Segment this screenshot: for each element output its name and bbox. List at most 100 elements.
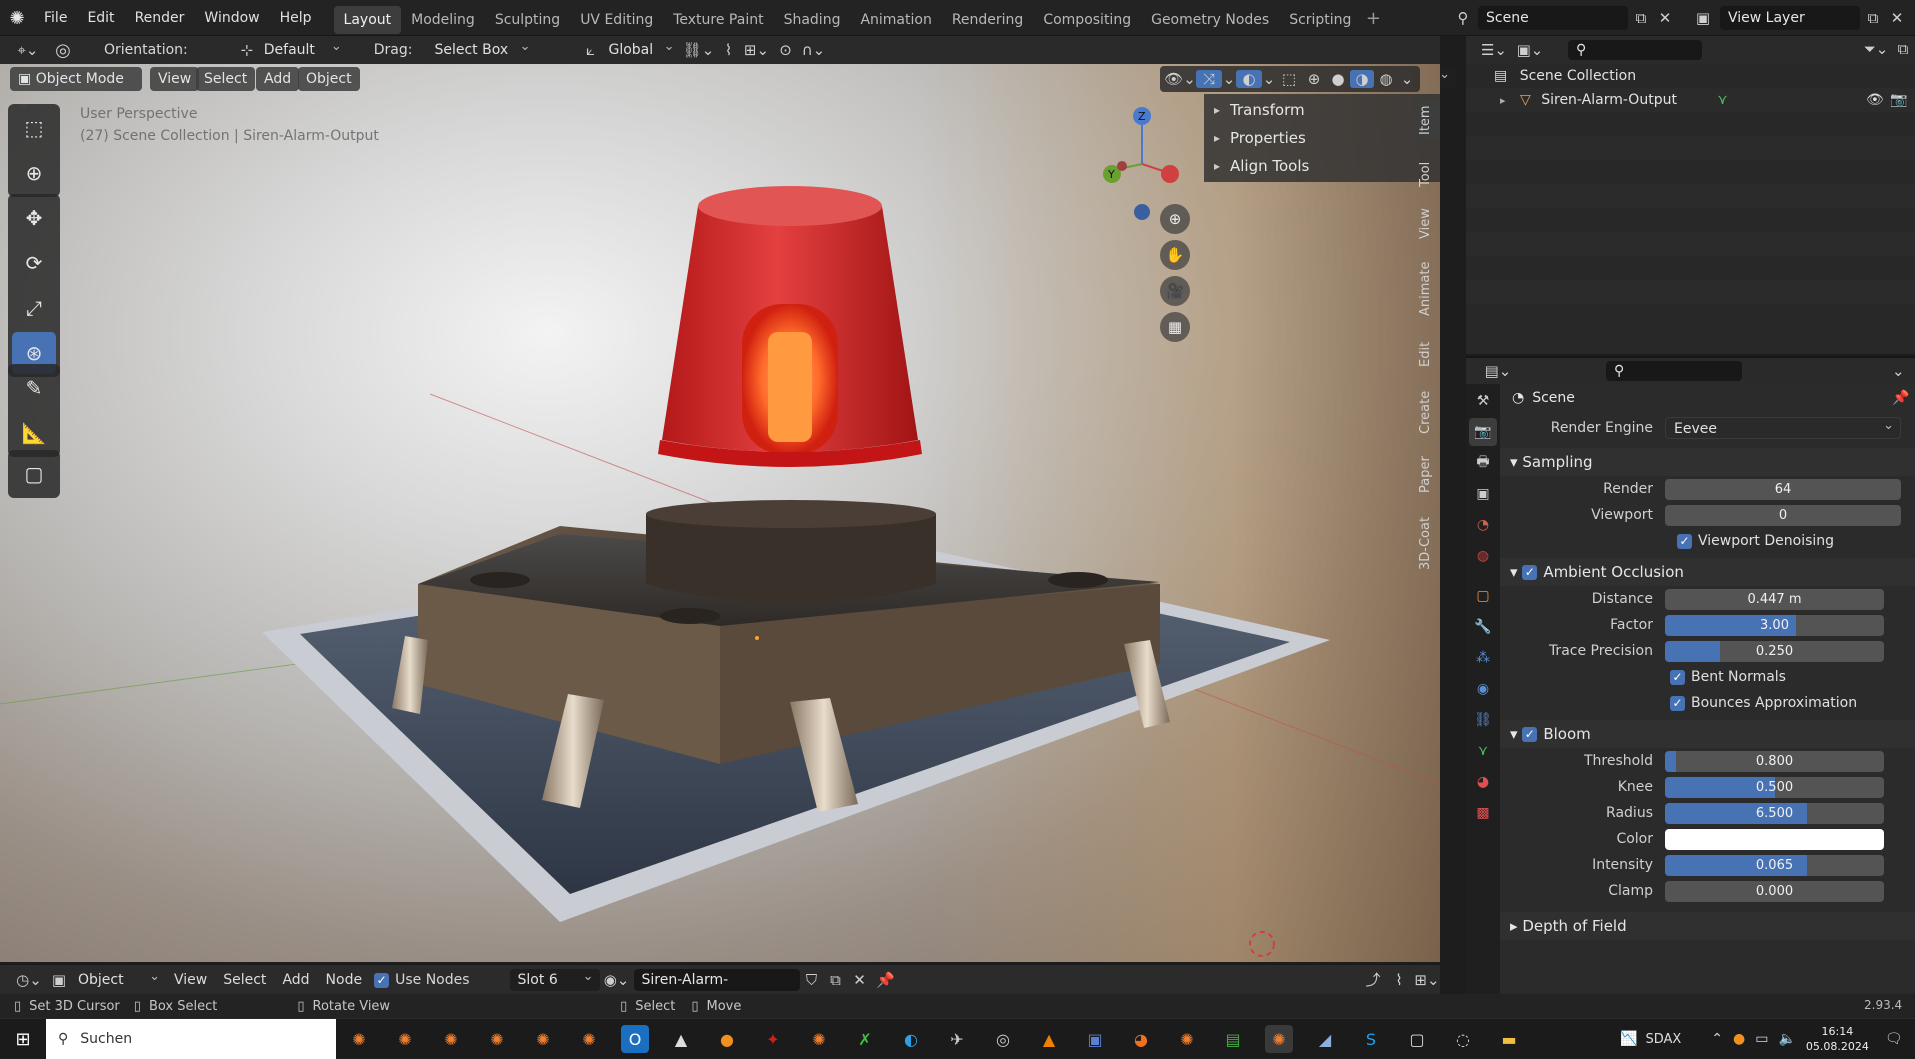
fake-user-icon[interactable]: ⛉ [800,971,824,989]
app-icon[interactable]: ● [713,1025,741,1053]
constraints-tab-icon[interactable]: ⛓ [1469,706,1497,734]
drag-dropdown[interactable]: Select Box [426,36,536,61]
ao-trace-slider[interactable]: 0.250 [1665,640,1884,662]
scene-tab-icon[interactable]: ◔ [1469,511,1497,539]
panel-properties[interactable]: Properties [1204,124,1440,152]
tab-uv-editing[interactable]: UV Editing [570,6,663,34]
menu-help[interactable]: Help [270,0,322,36]
object-mode-dropdown[interactable]: ▣ Object Mode ⌄ [10,67,142,111]
tab-compositing[interactable]: Compositing [1033,6,1141,34]
blender-app-icon[interactable]: ✺ [391,1025,419,1053]
bounces-checkbox[interactable]: ✓ [1670,695,1685,711]
xmind-app-icon[interactable]: ✗ [851,1025,879,1053]
new-collection-icon[interactable]: ⧉ [1892,40,1914,58]
zoom-icon[interactable]: ⊕ [1160,204,1190,234]
menu-window[interactable]: Window [194,0,269,36]
unlink-material-icon[interactable]: ✕ [848,971,872,989]
particles-tab-icon[interactable]: ⁂ [1469,644,1497,672]
render-visibility-icon[interactable]: 📷 [1890,88,1907,112]
node-snap-target-icon[interactable]: ⊞⌄ [1412,971,1442,989]
add-workspace-icon[interactable]: + [1361,8,1385,29]
ortho-toggle-icon[interactable]: ▦ [1160,312,1190,342]
ao-distance-slider[interactable]: 0.447 m [1665,588,1884,610]
properties-editor-type-icon[interactable]: ▤⌄ [1480,362,1516,380]
windows-start-icon[interactable]: ⊞ [0,1029,46,1050]
blender-app-icon[interactable]: ✺ [483,1025,511,1053]
panel-align-tools[interactable]: Align Tools [1204,152,1440,180]
pin-icon[interactable]: 📌 [872,971,900,989]
bloom-radius-slider[interactable]: 6.500 [1665,802,1884,824]
use-nodes-checkbox[interactable]: ✓ [374,972,390,988]
gizmo-dropdown-icon[interactable]: ⌄ [1222,70,1236,88]
bloom-section-header[interactable]: ▾ ✓ Bloom [1500,720,1915,748]
gizmo-toggle-icon[interactable]: ⤨ [1196,70,1222,88]
bloom-enable-checkbox[interactable]: ✓ [1522,726,1538,742]
tab-texture-paint[interactable]: Texture Paint [663,6,773,34]
app-icon[interactable]: ▲ [667,1025,695,1053]
blender-app-icon[interactable]: ✺ [1265,1025,1293,1053]
viewport-add-menu[interactable]: Add [256,67,300,91]
overlay-dropdown-icon[interactable]: ⌄ [1262,70,1276,88]
wireframe-shading-icon[interactable]: ⊕ [1302,70,1326,88]
view-layer-selector[interactable]: View Layer [1720,6,1860,30]
editor-type-icon[interactable]: ⌖⌄ [10,41,46,59]
cursor-tool-icon[interactable]: ⊕ [12,152,56,194]
taskbar-search[interactable]: ⚲ Suchen [46,1019,336,1059]
outliner-search-input[interactable]: ⚲ [1568,40,1702,60]
new-scene-icon[interactable]: ⧉ [1628,9,1654,27]
physics-tab-icon[interactable]: ◉ [1469,675,1497,703]
tab-layout[interactable]: Layout [333,6,402,34]
menu-file[interactable]: File [34,0,77,36]
scene-selector[interactable]: Scene [1478,6,1628,30]
measure-tool-icon[interactable]: 📐 [12,412,56,454]
dof-section-header[interactable]: ▸ Depth of Field [1500,912,1915,940]
menu-render[interactable]: Render [125,0,195,36]
falloff-icon[interactable]: ∩⌄ [798,41,828,59]
xray-icon[interactable]: ⬚ [1276,70,1302,88]
viewport-object-menu[interactable]: Object [298,67,360,91]
annotate-tool-icon[interactable]: ✎ [12,367,56,409]
bloom-color-swatch[interactable] [1665,828,1884,850]
tray-app-icon[interactable]: ● [1733,1031,1745,1047]
tab-rendering[interactable]: Rendering [942,6,1034,34]
rotate-tool-icon[interactable]: ⟳ [12,242,56,284]
blender-app-icon[interactable]: ✺ [345,1025,373,1053]
sidebar-tab-edit[interactable]: Edit [1418,334,1440,374]
sidebar-tab-paper[interactable]: Paper [1418,450,1440,500]
object-tab-icon[interactable]: ▢ [1469,582,1497,610]
eye-visibility-icon[interactable]: 👁 [1866,88,1884,112]
network-icon[interactable]: ▭ [1755,1031,1768,1047]
material-shading-icon[interactable]: ◑ [1350,70,1374,88]
material-browse-icon[interactable]: ◉⌄ [600,971,634,989]
shading-dropdown-icon[interactable]: ⌄ [1398,70,1416,88]
ao-section-header[interactable]: ▾ ✓ Ambient Occlusion [1500,558,1915,586]
tab-scripting[interactable]: Scripting [1279,6,1361,34]
sidebar-tab-animate[interactable]: Animate [1418,254,1440,324]
modifier-tab-icon[interactable]: 🔧 [1469,613,1497,641]
app-icon[interactable]: ▢ [1403,1025,1431,1053]
snap-icon[interactable]: ⌇ [716,41,740,59]
solid-shading-icon[interactable]: ● [1326,70,1350,88]
app-icon[interactable]: ◎ [989,1025,1017,1053]
bloom-threshold-slider[interactable]: 0.800 [1665,750,1884,772]
panel-transform[interactable]: Transform [1204,96,1440,124]
world-tab-icon[interactable]: ◍ [1469,542,1497,570]
filter-icon[interactable]: ⏷⌄ [1860,40,1892,58]
node-view-menu[interactable]: View [166,965,215,995]
transform-pivot-icon[interactable]: ◎ [46,40,80,61]
material-name-field[interactable]: Siren-Alarm-Output.004 [633,969,800,1010]
new-view-layer-icon[interactable]: ⧉ [1860,9,1886,27]
pin-context-icon[interactable]: 📌 [1892,384,1909,412]
firefox-app-icon[interactable]: ◕ [1127,1025,1155,1053]
outliner-row-object[interactable]: ▸ ▽ Siren-Alarm-Output ⋎ 👁 📷 [1466,88,1915,112]
app-icon[interactable]: ▤ [1219,1025,1247,1053]
blender-app-icon[interactable]: ✺ [805,1025,833,1053]
view-layer-icon[interactable]: ▣ [1686,9,1720,27]
proportional-edit-icon[interactable]: ⊙ [772,41,798,59]
properties-options-icon[interactable]: ⌄ [1892,362,1905,380]
sidebar-tab-item[interactable]: Item [1418,100,1440,140]
snap-target-icon[interactable]: ⊞⌄ [740,41,772,59]
bloom-intensity-slider[interactable]: 0.065 [1665,854,1884,876]
sampling-section-header[interactable]: ▾ Sampling [1500,448,1915,476]
blender-app-icon[interactable]: ✺ [529,1025,557,1053]
